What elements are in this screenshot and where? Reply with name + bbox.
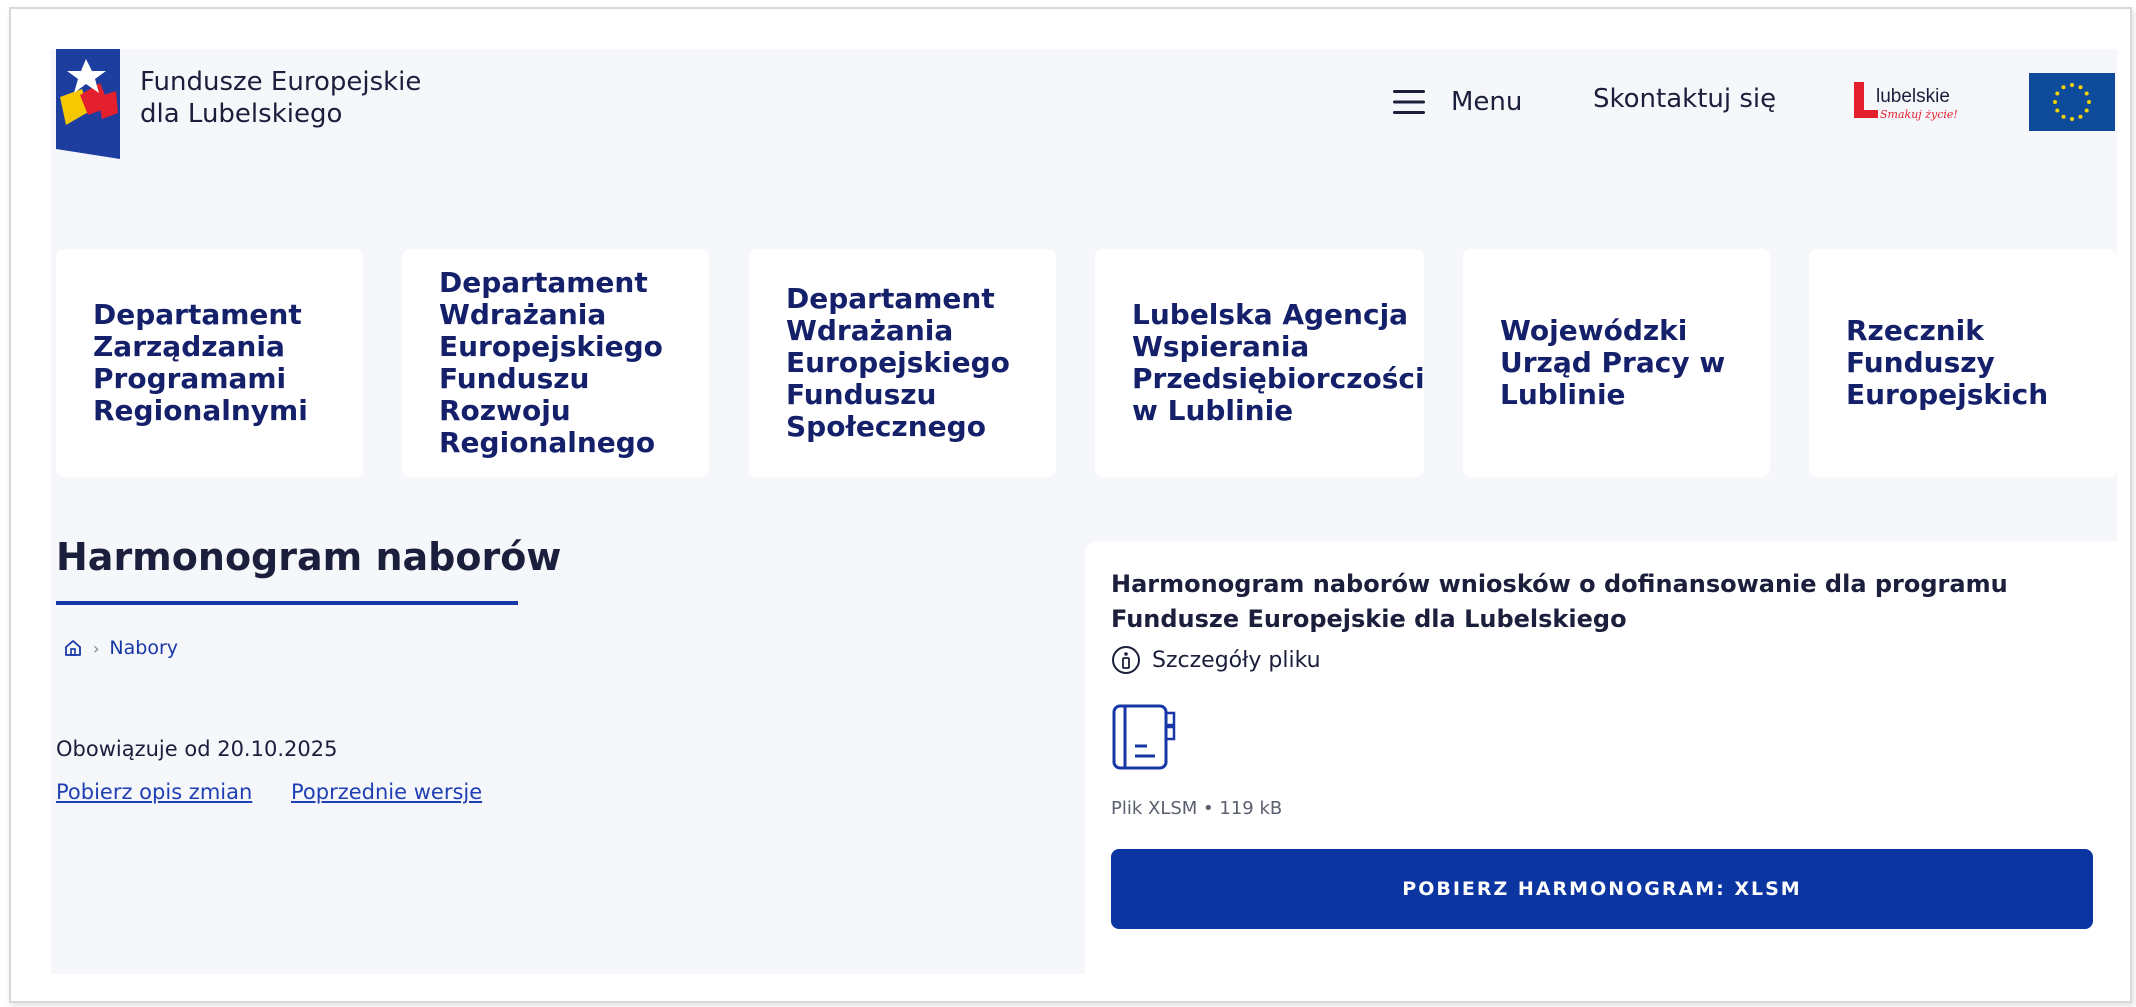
valid-from-text: Obowiązuje od 20.10.2025 [56,737,338,761]
menu-button[interactable]: Menu [1393,82,1522,122]
download-schedule-button[interactable]: POBIERZ HARMONOGRAM: XLSM [1111,849,2093,929]
file-icon [1112,704,1176,770]
card-label: Departament Wdrażania Europejskiego Fund… [786,282,1010,443]
card-label: Rzecznik Funduszy Europejskich [1846,314,2049,411]
brand-line-2: dla Lubelskiego [140,99,343,129]
home-icon[interactable] [63,638,83,658]
download-changes-link[interactable]: Pobierz opis zmian [56,780,252,804]
card-label: Wojewódzki Urząd Pracy w Lublinie [1500,314,1726,411]
page-title: Harmonogram naborów [56,535,562,579]
file-title: Harmonogram naborów wniosków o dofinanso… [1111,570,2008,633]
file-meta: Plik XLSM • 119 kB [1111,798,1283,819]
lubelskie-logo-tagline: Smakuj życie! [1880,108,1958,121]
previous-versions-link[interactable]: Poprzednie wersje [291,780,482,804]
breadcrumb-nabory[interactable]: Nabory [109,637,178,659]
brand-line-1: Fundusze Europejskie [140,67,422,97]
card-departament-zarzadzania[interactable]: Departament Zarządzania Programami Regio… [56,249,363,477]
info-icon [1112,646,1140,674]
lubelskie-logo[interactable]: lubelskie Smakuj życie! [1852,78,1964,126]
chevron-right-icon: › [93,638,100,658]
card-lubelska-agencja[interactable]: Lubelska Agencja Wspierania Przedsiębior… [1095,249,1425,477]
card-label: Departament Wdrażania Europejskiego Fund… [439,266,663,459]
card-label: Lubelska Agencja Wspierania Przedsiębior… [1132,298,1425,427]
title-underline [56,601,518,605]
lubelskie-logo-word: lubelskie [1876,86,1950,107]
eu-flag-icon [2029,73,2115,131]
card-departament-efrr[interactable]: Departament Wdrażania Europejskiego Fund… [402,249,709,477]
file-details-label: Szczegóły pliku [1152,647,1321,673]
hamburger-icon [1393,90,1425,114]
card-departament-efs[interactable]: Departament Wdrażania Europejskiego Fund… [749,249,1056,477]
card-label: Departament Zarządzania Programami Regio… [93,298,308,427]
eu-funds-logo-icon[interactable] [56,49,120,159]
file-details-toggle[interactable]: Szczegóły pliku [1111,645,1321,675]
contact-link[interactable]: Skontaktuj się [1593,84,1776,114]
menu-label: Menu [1451,87,1523,117]
breadcrumb: › Nabory [63,637,178,659]
brand-name[interactable]: Fundusze Europejskie dla Lubelskiego [140,66,421,130]
card-wojewodzki-urzad-pracy[interactable]: Wojewódzki Urząd Pracy w Lublinie [1463,249,1770,477]
card-rzecznik-funduszy[interactable]: Rzecznik Funduszy Europejskich [1809,249,2117,477]
